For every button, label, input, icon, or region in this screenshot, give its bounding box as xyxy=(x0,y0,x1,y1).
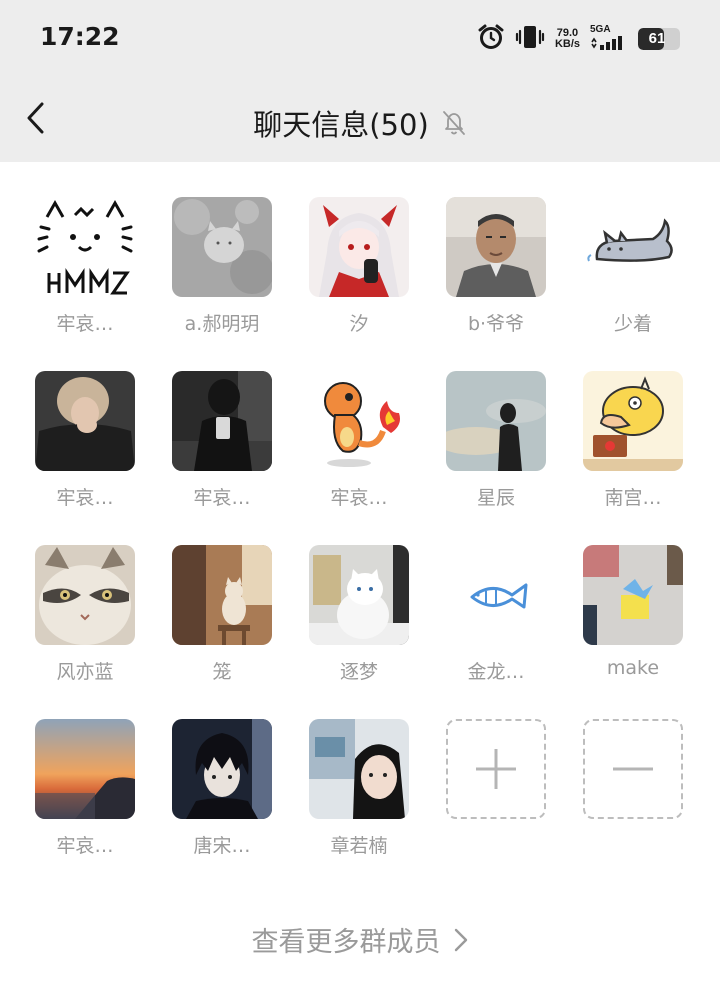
status-bar: 17:22 79.0 KB/s 5GA 61 xyxy=(0,0,720,78)
member-item[interactable]: 笼 xyxy=(167,545,277,695)
member-item[interactable]: 逐梦 xyxy=(304,545,414,695)
network-type: 5GA xyxy=(590,23,611,35)
anime-boy-avatar xyxy=(172,719,272,819)
chevron-right-icon xyxy=(454,928,467,951)
member-name: 章若楠 xyxy=(330,835,388,857)
vibrate-icon xyxy=(515,24,545,54)
member-item[interactable]: 牢哀… xyxy=(30,371,140,521)
member-name: 牢哀… xyxy=(56,313,114,335)
signal-icon xyxy=(590,35,628,54)
status-icons: 79.0 KB/s 5GA 61 xyxy=(477,22,680,56)
status-time: 17:22 xyxy=(40,22,120,51)
member-item[interactable]: 牢哀… xyxy=(30,719,140,869)
cat-stool-avatar xyxy=(172,545,272,645)
bell-muted-icon xyxy=(442,111,465,135)
member-name: 金龙… xyxy=(467,661,525,683)
plus-icon xyxy=(476,749,516,789)
member-item[interactable]: a.郝明玥 xyxy=(167,197,277,347)
member-name: b·爷爷 xyxy=(467,313,525,335)
member-item[interactable]: b·爷爷 xyxy=(441,197,551,347)
girl-selfie-avatar xyxy=(309,719,409,819)
member-item[interactable]: 章若楠 xyxy=(304,719,414,869)
raccoon-cat-avatar xyxy=(35,545,135,645)
member-item[interactable]: 牢哀… xyxy=(304,371,414,521)
blue-fish-avatar xyxy=(446,545,546,645)
anime-girl-avatar xyxy=(309,197,409,297)
member-name: 风亦蓝 xyxy=(56,661,114,683)
member-name: 星辰 xyxy=(476,487,515,509)
member-name: 逐梦 xyxy=(339,661,378,683)
member-item[interactable]: 牢哀… xyxy=(167,371,277,521)
cat-doodle-avatar xyxy=(35,197,135,297)
alarm-icon xyxy=(477,23,505,55)
member-name: make xyxy=(606,657,660,679)
gray-snow-cat-avatar xyxy=(172,197,272,297)
member-name: 南宫… xyxy=(604,487,662,509)
member-name: 笼 xyxy=(212,661,232,683)
hoodie-person-avatar xyxy=(35,371,135,471)
member-item[interactable]: 南宫… xyxy=(578,371,688,521)
page-title: 聊天信息(50) xyxy=(253,108,429,142)
member-item[interactable]: 牢哀… xyxy=(30,197,140,347)
member-name: 少着 xyxy=(613,313,652,335)
mirror-selfie-avatar xyxy=(172,371,272,471)
member-item[interactable]: 金龙… xyxy=(441,545,551,695)
origami-desk-avatar xyxy=(583,545,683,645)
nav-bar: 聊天信息(50) xyxy=(0,78,720,162)
charmander-avatar xyxy=(309,371,409,471)
title-wrap: 聊天信息(50) xyxy=(0,102,720,144)
net-speed: 79.0 KB/s xyxy=(555,28,580,50)
member-name: a.郝明玥 xyxy=(184,313,260,335)
add-member-tile[interactable] xyxy=(446,719,546,819)
member-item[interactable]: 风亦蓝 xyxy=(30,545,140,695)
sunset-avatar xyxy=(35,719,135,819)
add-member-button[interactable] xyxy=(441,719,551,869)
minus-icon xyxy=(613,767,653,771)
more-members-link[interactable]: 查看更多群成员 xyxy=(0,920,720,959)
member-name: 牢哀… xyxy=(193,487,251,509)
member-item[interactable]: 唐宋… xyxy=(167,719,277,869)
member-name: 牢哀… xyxy=(330,487,388,509)
net-speed-unit: KB/s xyxy=(554,38,580,50)
remove-member-tile[interactable] xyxy=(583,719,683,819)
member-name: 唐宋… xyxy=(193,835,251,857)
psyduck-avatar xyxy=(583,371,683,471)
silhouette-avatar xyxy=(446,371,546,471)
member-name: 牢哀… xyxy=(56,487,114,509)
battery-icon: 61 xyxy=(638,28,680,50)
signal-group: 5GA xyxy=(590,23,628,54)
remove-member-button[interactable] xyxy=(578,719,688,869)
member-item[interactable]: make xyxy=(578,545,688,695)
lying-cat-avatar xyxy=(583,197,683,297)
more-members-label: 查看更多群成员 xyxy=(251,927,441,958)
member-name: 汐 xyxy=(349,313,369,335)
member-item[interactable]: 汐 xyxy=(304,197,414,347)
old-man-avatar xyxy=(446,197,546,297)
member-item[interactable]: 星辰 xyxy=(441,371,551,521)
battery-level: 61 xyxy=(648,30,666,47)
member-item[interactable]: 少着 xyxy=(578,197,688,347)
member-name: 牢哀… xyxy=(56,835,114,857)
white-cat-avatar xyxy=(309,545,409,645)
